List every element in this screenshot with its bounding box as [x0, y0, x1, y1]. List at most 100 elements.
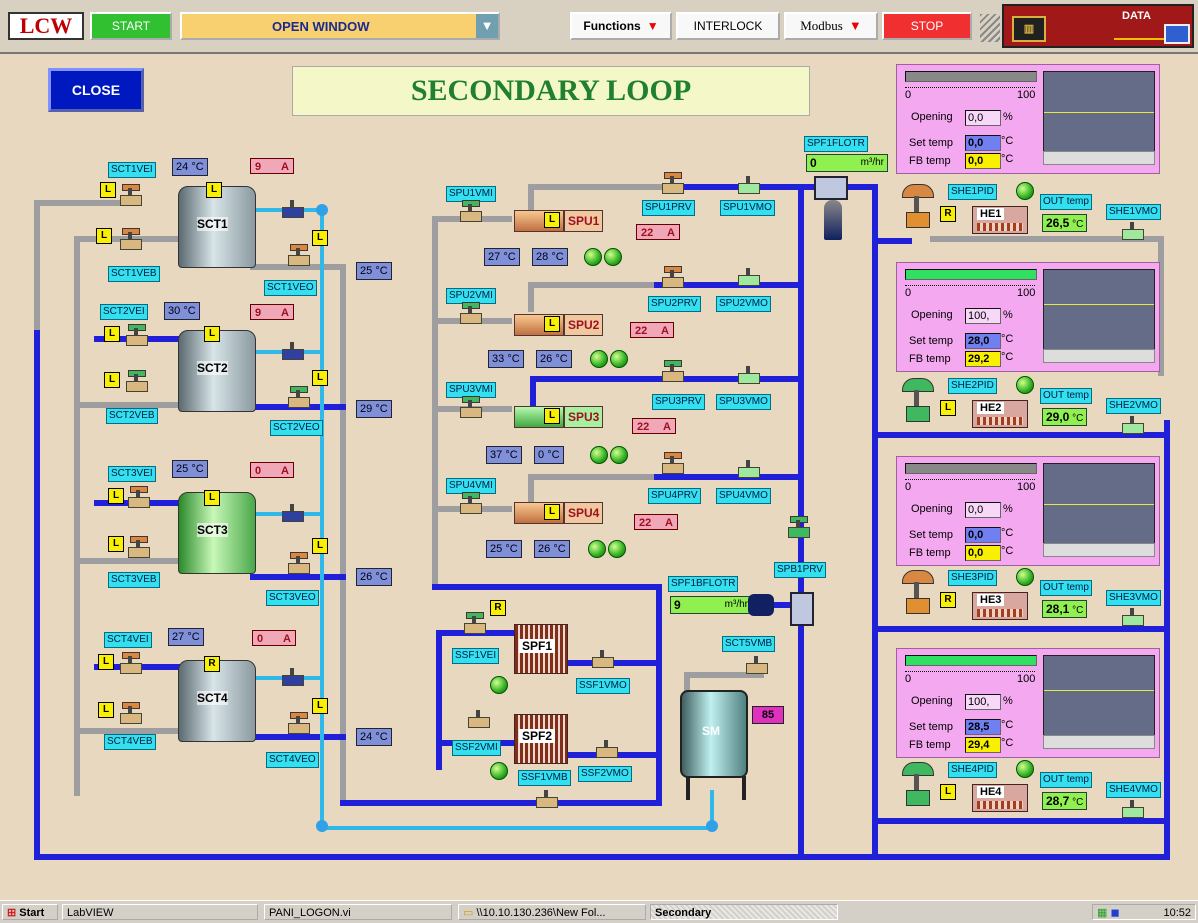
sct3-vei-valve[interactable]: [126, 486, 150, 508]
sct2-veb-valve[interactable]: [124, 370, 148, 392]
sct3-veo-valve[interactable]: [286, 552, 310, 574]
modbus-menu[interactable]: Modbus ▼: [784, 12, 878, 40]
spu4-vmi-valve[interactable]: [458, 492, 482, 514]
sct1-current: 9A: [250, 158, 294, 174]
sct2-tank[interactable]: SCT2: [178, 330, 256, 412]
taskbar-labview[interactable]: LabVIEW: [62, 904, 258, 920]
start-menu-button[interactable]: ⊞ Start: [2, 904, 58, 920]
scale-min: 0: [905, 89, 912, 101]
spu2-pump[interactable]: SPU2: [514, 312, 606, 340]
sct1-veb-valve[interactable]: [118, 228, 142, 250]
ssf1vmo-valve[interactable]: [590, 650, 614, 668]
opening-label: Opening: [911, 503, 953, 515]
he3-chart-scrollbar[interactable]: [1043, 543, 1155, 557]
spu1-prv-valve[interactable]: [660, 172, 684, 194]
he2-vmo-valve[interactable]: [1120, 416, 1144, 434]
he2-fb-temp: 29,2: [965, 351, 1001, 367]
spu2-name: SPU2: [564, 314, 604, 336]
spu2-vmi-valve[interactable]: [458, 302, 482, 324]
window-select-value: OPEN WINDOW: [272, 18, 370, 34]
taskbar: ⊞ Start LabVIEW PANI_LOGON.vi ▭ \\10.10.…: [0, 900, 1198, 923]
sct4-tank[interactable]: SCT4: [178, 660, 256, 742]
he2-chart-scrollbar[interactable]: [1043, 349, 1155, 363]
sct1-veo-valve[interactable]: [286, 244, 310, 266]
dropdown-arrow-icon[interactable]: ▼: [476, 14, 498, 38]
he4-exchanger[interactable]: HE4: [972, 784, 1028, 812]
spu3-vmi-valve[interactable]: [458, 396, 482, 418]
he3-vmo-valve[interactable]: [1120, 608, 1144, 626]
he4-control-valve[interactable]: [902, 762, 934, 806]
interlock-button[interactable]: INTERLOCK: [676, 12, 780, 40]
top-toolbar: LCW START OPEN WINDOW ▼ Functions ▼ INTE…: [0, 0, 1198, 54]
he1-control-valve[interactable]: [902, 184, 934, 228]
local-tag: L: [204, 326, 220, 342]
taskbar-secondary[interactable]: Secondary: [650, 904, 838, 920]
stop-button[interactable]: STOP: [882, 12, 972, 40]
spu4-prv-valve[interactable]: [660, 452, 684, 474]
taskbar-pani-logon[interactable]: PANI_LOGON.vi: [264, 904, 452, 920]
scale-max: 100: [1017, 287, 1036, 299]
percent-unit: %: [1003, 111, 1013, 123]
sct5vmb-valve[interactable]: [744, 656, 768, 674]
he3-control-valve[interactable]: [902, 570, 934, 614]
spu3-prv-valve[interactable]: [660, 360, 684, 382]
cyan-valve[interactable]: [280, 668, 304, 686]
spf1-filter[interactable]: SPF1: [514, 624, 568, 674]
sct1-tank[interactable]: SCT1: [178, 186, 256, 268]
spu2-prv-valve[interactable]: [660, 266, 684, 288]
he1-vmo-valve[interactable]: [1120, 222, 1144, 240]
spu1-status-led: [584, 248, 602, 266]
sm-tank[interactable]: SM: [680, 690, 748, 778]
sct1-vei-valve[interactable]: [118, 184, 142, 206]
start-button[interactable]: START: [90, 12, 172, 40]
spu4-vmo-valve[interactable]: [736, 460, 760, 478]
functions-menu[interactable]: Functions ▼: [570, 12, 672, 40]
he4-set-temp[interactable]: 28,5: [965, 719, 1001, 735]
ssf2vmo-label: SSF2VMO: [578, 766, 632, 782]
ssf2vmi-valve[interactable]: [466, 710, 490, 728]
spf2-filter[interactable]: SPF2: [514, 714, 568, 764]
taskbar-folder[interactable]: ▭ \\10.10.130.236\New Fol...: [458, 904, 646, 920]
window-select[interactable]: OPEN WINDOW ▼: [180, 12, 500, 40]
he1-exchanger[interactable]: HE1: [972, 206, 1028, 234]
spu3-pump[interactable]: SPU3: [514, 404, 606, 432]
local-tag: L: [312, 370, 328, 386]
sct4-veb-valve[interactable]: [118, 702, 142, 724]
he2-set-temp[interactable]: 28,0: [965, 333, 1001, 349]
he2-exchanger[interactable]: HE2: [972, 400, 1028, 428]
he1-chart-scrollbar[interactable]: [1043, 151, 1155, 165]
he4-vmo-valve[interactable]: [1120, 800, 1144, 818]
he1-set-temp[interactable]: 0,0: [965, 135, 1001, 151]
sct2-vei-valve[interactable]: [124, 324, 148, 346]
local-tag: L: [544, 316, 560, 332]
sct3-name: SCT3: [197, 523, 228, 537]
he4-vmo-label: SHE4VMO: [1106, 782, 1161, 798]
ssf2vmo-valve[interactable]: [594, 740, 618, 758]
sct4-vei-valve[interactable]: [118, 652, 142, 674]
spu1-pump[interactable]: SPU1: [514, 208, 606, 236]
he3-set-temp[interactable]: 0,0: [965, 527, 1001, 543]
sct3-veb-valve[interactable]: [126, 536, 150, 558]
cyan-valve[interactable]: [280, 200, 304, 218]
sct2-veo-valve[interactable]: [286, 386, 310, 408]
he4-chart-scrollbar[interactable]: [1043, 735, 1155, 749]
ssf1vmb-valve[interactable]: [534, 790, 558, 808]
spu1-vmi-valve[interactable]: [458, 200, 482, 222]
he2-control-valve[interactable]: [902, 378, 934, 422]
sct4-veo-valve[interactable]: [286, 712, 310, 734]
spu2-vmo-valve[interactable]: [736, 268, 760, 286]
data-logo-icon: ▥: [1012, 16, 1046, 42]
spu4-pump[interactable]: SPU4: [514, 500, 606, 528]
cyan-valve[interactable]: [280, 504, 304, 522]
spb1prv-valve[interactable]: [786, 516, 810, 538]
close-button[interactable]: CLOSE: [48, 68, 144, 112]
he3-exchanger[interactable]: HE3: [972, 592, 1028, 620]
local-tag: L: [108, 488, 124, 504]
spu1-vmo-valve[interactable]: [736, 176, 760, 194]
ssf1vei-valve[interactable]: [462, 612, 486, 634]
cyan-valve[interactable]: [280, 342, 304, 360]
spu3-vmo-valve[interactable]: [736, 366, 760, 384]
sct2-temp-out: 29 °C: [356, 400, 392, 418]
spu2-temp2: 26 °C: [536, 350, 572, 368]
spu4-prv-label: SPU4PRV: [648, 488, 701, 504]
